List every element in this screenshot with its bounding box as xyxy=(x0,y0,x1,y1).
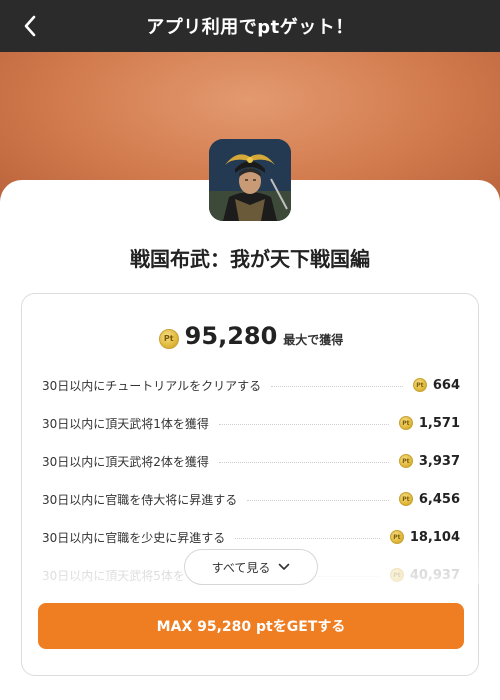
task-points: 6,456 xyxy=(418,491,460,507)
total-points-suffix: 最大で獲得 xyxy=(283,333,344,347)
total-points: 95,280 xyxy=(184,322,278,350)
pt-coin-icon: Pt xyxy=(398,492,413,506)
see-all-button[interactable]: すべて見る xyxy=(184,549,318,585)
task-points: 40,937 xyxy=(409,567,460,583)
task-reward: Pt 664 xyxy=(412,377,460,393)
top-bar: アプリ利用でptゲット！ xyxy=(0,0,500,52)
app-icon xyxy=(209,139,291,221)
task-label: 30日以内に官職を侍大将に昇進する xyxy=(42,492,238,507)
task-reward: Pt 3,937 xyxy=(398,453,460,469)
samurai-artwork xyxy=(209,139,291,221)
task-label: 30日以内に頂天武将5体を xyxy=(42,568,185,583)
pt-coin-icon: Pt xyxy=(389,530,404,544)
app-name: 戦国布武：我が天下戦国編 xyxy=(130,247,370,271)
task-row: 30日以内に頂天武将1体を獲得 Pt 1,571 xyxy=(42,404,460,442)
dotted-leader xyxy=(218,461,389,463)
dotted-leader xyxy=(218,423,389,425)
task-reward: Pt 18,104 xyxy=(389,529,460,545)
dotted-leader xyxy=(247,499,389,501)
get-points-button[interactable]: MAX 95,280 ptをGETする xyxy=(38,603,464,649)
task-label: 30日以内に頂天武将2体を獲得 xyxy=(42,454,209,469)
task-reward: Pt 40,937 xyxy=(389,567,460,583)
task-row: 30日以内に頂天武将2体を獲得 Pt 3,937 xyxy=(42,442,460,480)
task-row: 30日以内に官職を侍大将に昇進する Pt 6,456 xyxy=(42,480,460,518)
page-title: アプリ利用でptゲット！ xyxy=(146,17,354,38)
task-label: 30日以内に官職を少史に昇進する xyxy=(42,530,226,545)
dotted-leader xyxy=(271,385,403,387)
pt-coin-icon: Pt xyxy=(398,416,413,430)
pt-coin-icon: Pt xyxy=(412,378,427,392)
task-row: 30日以内にチュートリアルをクリアする Pt 664 xyxy=(42,366,460,404)
total-reward: Pt 95,280 最大で獲得 xyxy=(22,322,480,352)
task-label: 30日以内に頂天武将1体を獲得 xyxy=(42,416,209,431)
task-points: 664 xyxy=(432,377,460,393)
task-label: 30日以内にチュートリアルをクリアする xyxy=(42,378,262,393)
dotted-leader xyxy=(235,537,380,539)
task-points: 18,104 xyxy=(409,529,460,545)
pt-coin-icon: Pt xyxy=(389,568,404,582)
back-button[interactable] xyxy=(14,10,46,42)
task-points: 1,571 xyxy=(418,415,460,431)
chevron-left-icon xyxy=(24,15,36,37)
chevron-down-icon xyxy=(279,563,290,570)
pt-coin-icon: Pt xyxy=(158,328,179,349)
see-all-label: すべて見る xyxy=(211,560,271,575)
task-points: 3,937 xyxy=(418,453,460,469)
pt-coin-icon: Pt xyxy=(398,454,413,468)
task-reward: Pt 1,571 xyxy=(398,415,460,431)
task-reward: Pt 6,456 xyxy=(398,491,460,507)
reward-panel: Pt 95,280 最大で獲得 30日以内にチュートリアルをクリアする Pt 6… xyxy=(21,293,480,676)
